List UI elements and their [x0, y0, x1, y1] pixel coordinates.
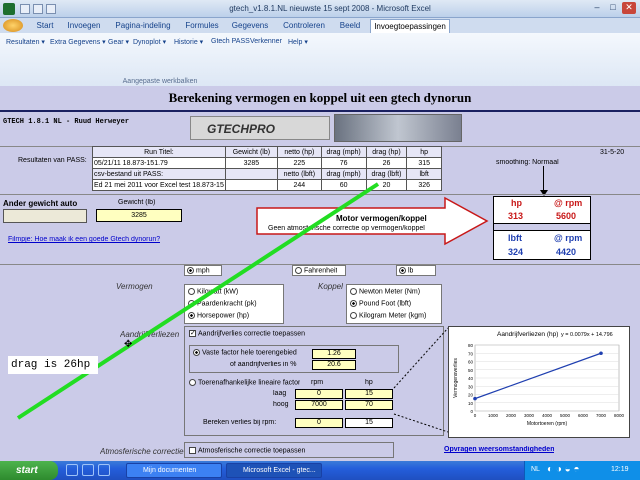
- tab-start[interactable]: Start: [30, 19, 60, 33]
- undo-icon[interactable]: [33, 4, 43, 14]
- minimize-button[interactable]: ‒: [590, 2, 604, 14]
- taskbar-item-documents[interactable]: Mijn documenten: [126, 463, 222, 478]
- clock: 12:19: [611, 466, 629, 473]
- tab-invoegtoepassingen[interactable]: Invoegtoepassingen: [370, 19, 450, 33]
- cursor-icon: ✥: [124, 339, 133, 350]
- sheet-header: Berekening vermogen en koppel uit een gt…: [0, 86, 640, 112]
- worksheet[interactable]: Berekening vermogen en koppel uit een gt…: [0, 86, 640, 461]
- annotation-note: drag is 26hp: [8, 356, 98, 374]
- quicklaunch-icon[interactable]: [98, 464, 110, 476]
- tray-icons[interactable]: ◐ ◑ ◒ ◓: [547, 464, 580, 475]
- save-icon[interactable]: [20, 4, 30, 14]
- title-bar: gtech_v1.8.1.NL nieuwste 15 sept 2008 - …: [0, 0, 640, 18]
- ribbon-tabs: Start Invoegen Pagina-indeling Formules …: [0, 18, 640, 33]
- menu-gtech-pass[interactable]: Gtech PASS: [211, 38, 250, 45]
- excel-app-icon[interactable]: [3, 3, 15, 15]
- gtech-logo: GTECHPRO: [190, 116, 330, 140]
- tab-gegevens[interactable]: Gegevens: [228, 19, 272, 33]
- system-tray: NL ◐ ◑ ◒ ◓ 12:19: [524, 461, 640, 480]
- tab-formules[interactable]: Formules: [180, 19, 224, 33]
- quicklaunch-icon[interactable]: [82, 464, 94, 476]
- menu-historie[interactable]: Historie ▾: [174, 38, 203, 46]
- menu-extra-gegevens[interactable]: Extra Gegevens ▾: [50, 38, 106, 46]
- ribbon-group-label: Aangepaste werkbalken: [122, 78, 198, 85]
- tab-invoegen[interactable]: Invoegen: [62, 19, 106, 33]
- tab-beeld[interactable]: Beeld: [334, 19, 366, 33]
- tab-pagina-indeling[interactable]: Pagina-indeling: [110, 19, 176, 33]
- window-title: gtech_v1.8.1.NL nieuwste 15 sept 2008 - …: [229, 4, 431, 13]
- annotation-green-line: [16, 182, 380, 420]
- version-label: GTECH 1.8.1 NL - Ruud Herweyer: [3, 118, 130, 126]
- menu-verkenner[interactable]: Verkenner: [250, 38, 282, 45]
- close-button[interactable]: ✕: [622, 2, 636, 14]
- tab-controleren[interactable]: Controleren: [276, 19, 332, 33]
- atmos-checkbox[interactable]: Atmosferische correctie toepassen: [189, 447, 305, 454]
- menu-resultaten[interactable]: Resultaten ▾: [6, 38, 45, 46]
- menu-gear[interactable]: Gear ▾: [108, 38, 129, 46]
- taskbar-item-excel[interactable]: Microsoft Excel - gtec...: [226, 463, 322, 478]
- taskbar: start Mijn documenten Microsoft Excel - …: [0, 461, 640, 480]
- ribbon: Resultaten ▾ Extra Gegevens ▾ Gear ▾ Dyn…: [0, 33, 640, 91]
- menu-help[interactable]: Help ▾: [288, 38, 308, 46]
- gtech-logo-text: GTECHPRO: [207, 122, 276, 136]
- menu-dynoplot[interactable]: Dynoplot ▾: [133, 38, 166, 46]
- quicklaunch-icon[interactable]: [66, 464, 78, 476]
- sheet-heading: Berekening vermogen en koppel uit een gt…: [168, 90, 472, 105]
- checkbox-label: Atmosferische correctie toepassen: [198, 447, 306, 455]
- redo-icon[interactable]: [46, 4, 56, 14]
- car-photo: [334, 114, 462, 142]
- start-button[interactable]: start: [0, 461, 58, 480]
- checkbox-icon: [189, 447, 196, 454]
- office-button[interactable]: [3, 19, 23, 32]
- language-indicator[interactable]: NL: [531, 466, 540, 473]
- opvragen-link[interactable]: Opvragen weersomstandigheden: [444, 446, 554, 453]
- atmos-label: Atmosferische correctie: [100, 447, 184, 456]
- maximize-button[interactable]: □: [606, 2, 620, 14]
